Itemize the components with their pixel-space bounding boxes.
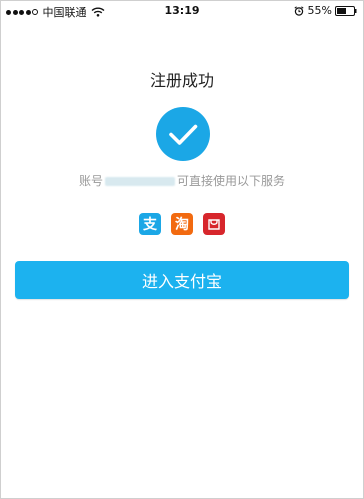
account-info: 账号 可直接使用以下服务 [1, 172, 363, 189]
checkmark-circle-icon [156, 107, 210, 161]
status-bar: 中国联通 13:19 55% [1, 1, 363, 21]
battery-icon [335, 5, 357, 16]
account-suffix: 可直接使用以下服务 [177, 174, 286, 188]
account-number-masked [105, 177, 175, 186]
enter-alipay-button[interactable]: 进入支付宝 [15, 261, 349, 299]
account-prefix: 账号 [78, 174, 103, 188]
alipay-icon: 支 [139, 213, 161, 235]
taobao-glyph: 淘 [175, 217, 189, 233]
service-icons: 支 淘 [1, 213, 363, 235]
status-right: 55% [294, 4, 357, 17]
tmall-bag-icon [208, 219, 220, 230]
app-screen: 中国联通 13:19 55% 注册成功 账号 可直接使用以下服务 支 淘 进入支… [0, 0, 364, 499]
tmall-icon [203, 213, 225, 235]
alarm-icon [294, 5, 304, 16]
page-title: 注册成功 [149, 71, 214, 90]
battery-percentage: 55% [307, 4, 332, 17]
taobao-icon: 淘 [171, 213, 193, 235]
alipay-glyph: 支 [143, 217, 157, 233]
